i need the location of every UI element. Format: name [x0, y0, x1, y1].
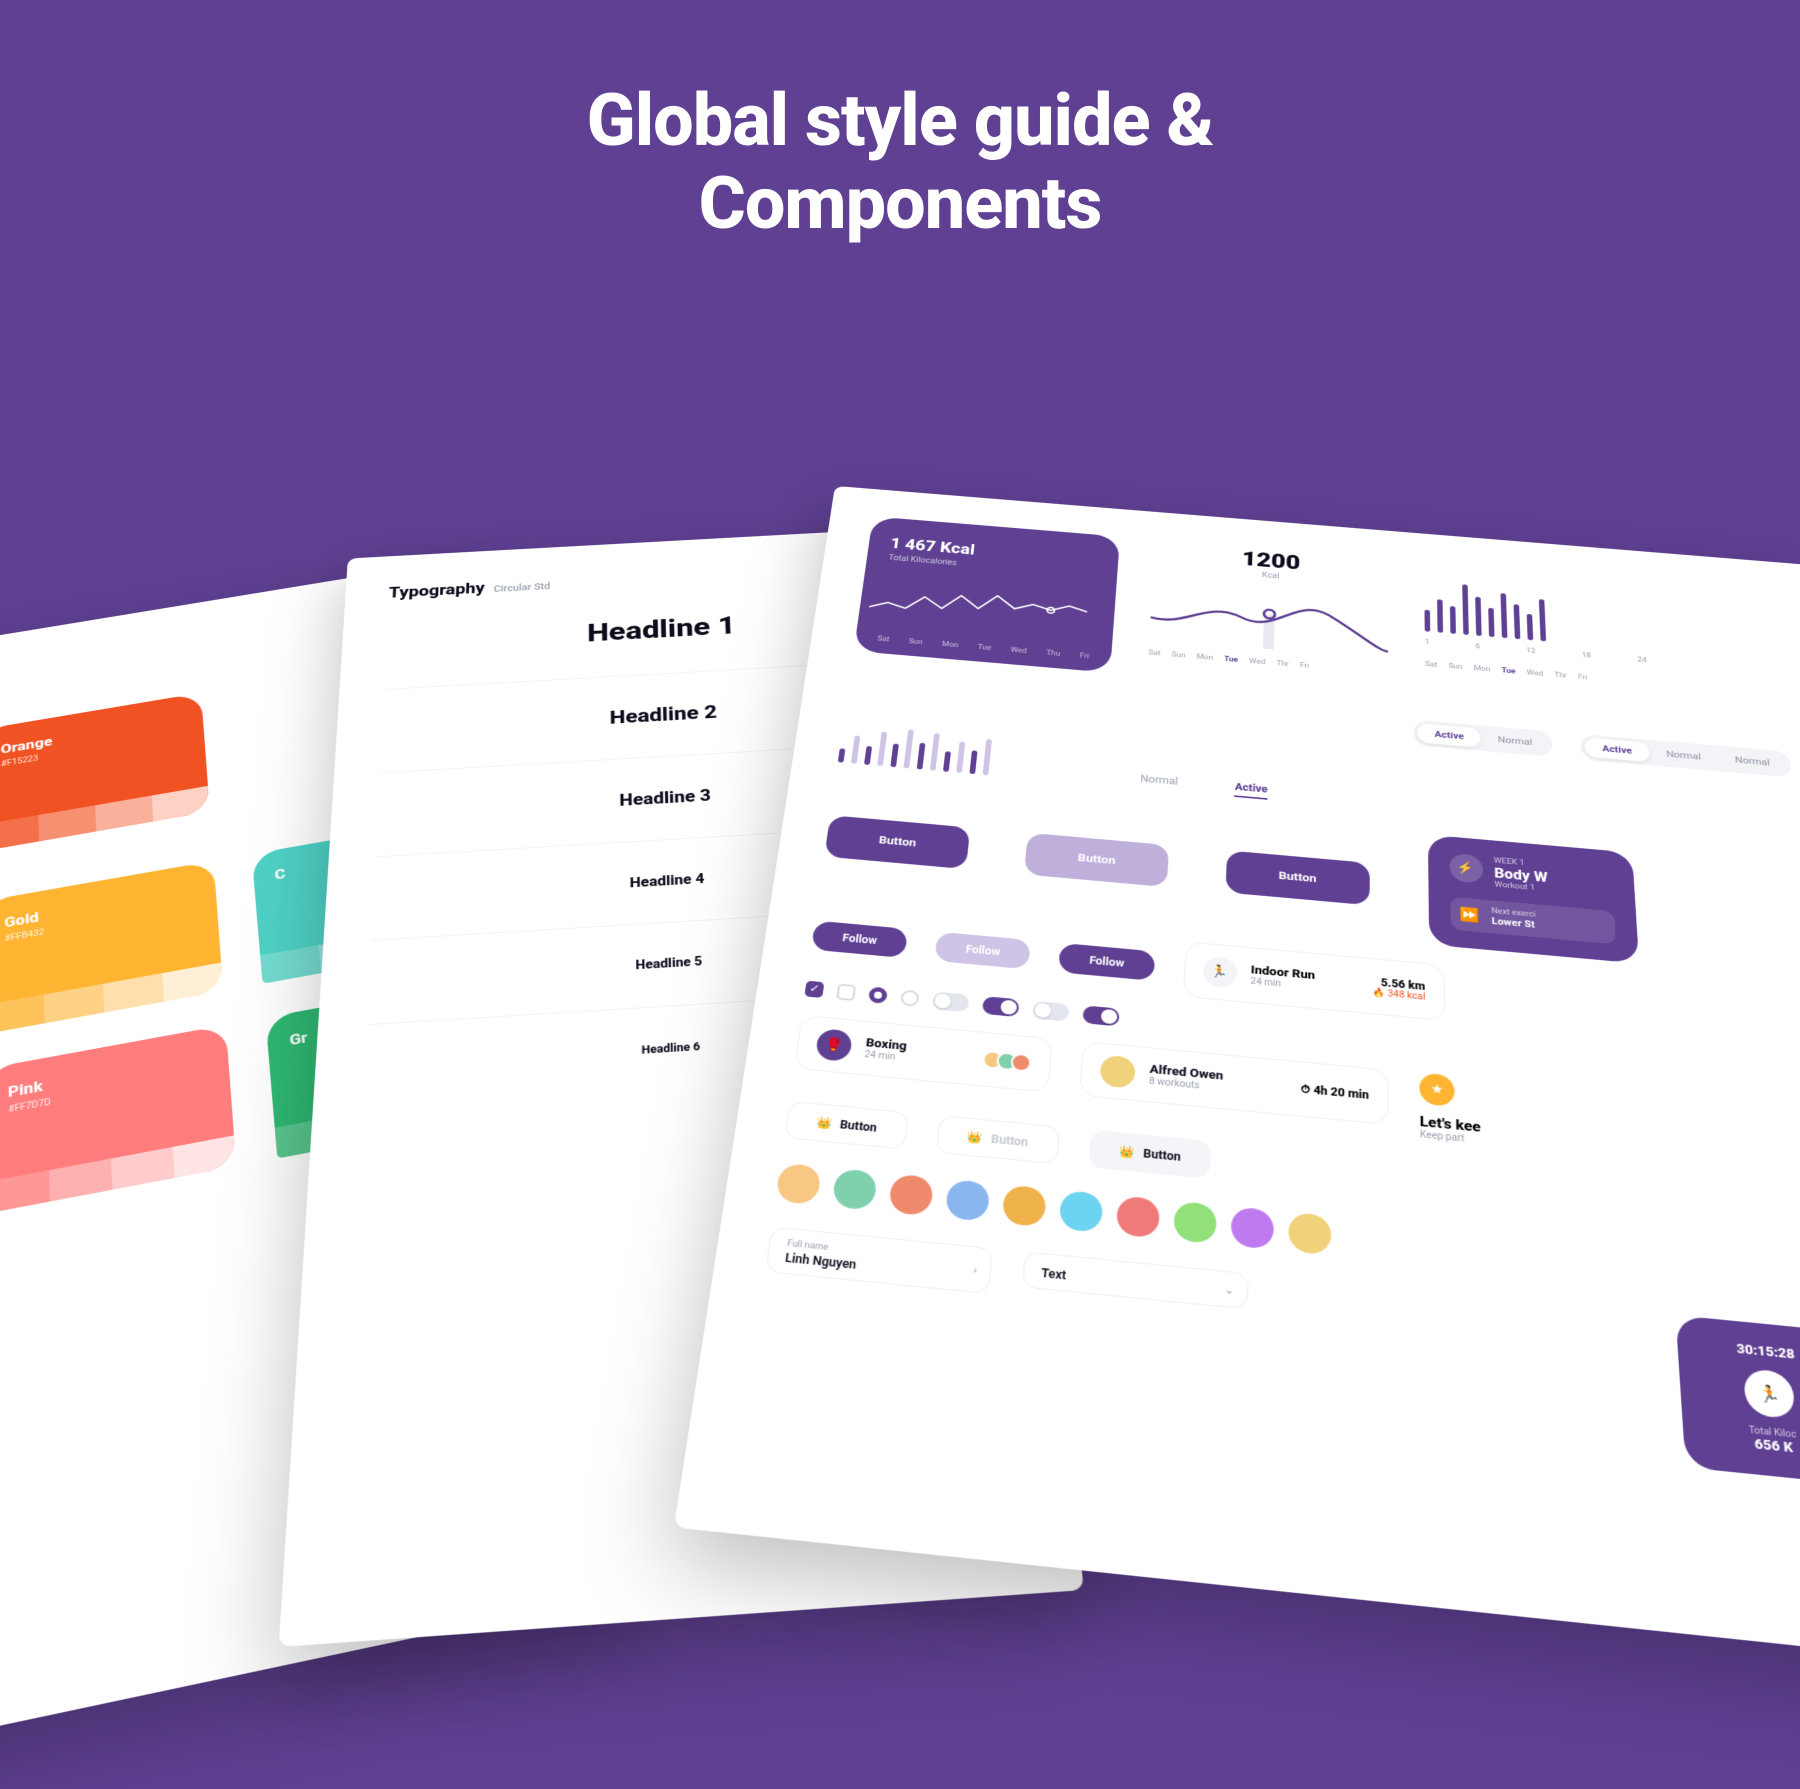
typo-sample: Headline 1	[385, 600, 935, 660]
toggle-on-1[interactable]	[982, 996, 1020, 1017]
bolt-icon: ⚡	[1449, 853, 1483, 884]
color-swatch: Gold#FFB432	[0, 861, 223, 1034]
forward-icon: ⏩	[1460, 906, 1480, 924]
crown-icon: 👑	[816, 1116, 833, 1131]
ghost-button-2[interactable]: 👑Button	[936, 1115, 1060, 1164]
avatar[interactable]	[945, 1179, 991, 1222]
typo-sample: Headline 3	[377, 772, 952, 824]
avatar-icon	[1099, 1055, 1136, 1089]
color-swatch: Orange#F15223	[0, 693, 210, 852]
avatar[interactable]	[888, 1173, 934, 1216]
run-dist: 5.56 km	[1373, 975, 1426, 992]
segment[interactable]: Normal	[1717, 749, 1788, 774]
tabs-pair[interactable]: Normal Active	[1140, 773, 1268, 800]
week-title: Body W	[1494, 865, 1548, 885]
kcal-sub: Total Kilocalories	[888, 554, 1096, 579]
follow-pill-3[interactable]: Follow	[1058, 943, 1154, 981]
color-swatch: C	[252, 814, 496, 983]
crown-icon: 👑	[967, 1130, 984, 1145]
typography-title: Typography	[388, 579, 485, 601]
tab-active[interactable]: Active	[1234, 781, 1267, 800]
fullname-input[interactable]: Full name Linh Nguyen ›	[765, 1226, 993, 1294]
chevron-down-icon: ⌄	[1224, 1282, 1234, 1296]
radio-on[interactable]	[868, 986, 888, 1003]
toggle-on-2[interactable]	[1082, 1005, 1119, 1026]
follow-pill-2[interactable]: Follow	[934, 932, 1031, 970]
typo-sample: Headline 5	[368, 939, 967, 989]
timer-card: 30:15:28 🏃 Total Kiloc 656 K	[1676, 1315, 1800, 1486]
segment[interactable]: Normal	[1648, 743, 1718, 768]
typo-sample: Headline 4	[373, 855, 960, 906]
run-icon: 🏃	[1202, 956, 1237, 989]
avatar[interactable]	[775, 1163, 822, 1205]
kcal-value: 1 467 Kcal	[889, 535, 1097, 569]
segmented-a[interactable]: ActiveNormal	[1414, 720, 1554, 757]
run-title: Indoor Run	[1251, 964, 1359, 987]
week-next-value: Lower St	[1491, 915, 1536, 930]
small-bars	[838, 716, 993, 775]
components-panel: 1 467 Kcal Total Kilocalories SatSunMonT…	[674, 486, 1800, 1661]
week-next-label: Next exerci	[1491, 907, 1535, 919]
hero-title: Global style guide & Components	[587, 80, 1214, 246]
typography-font: Circular Std	[494, 581, 551, 594]
segment[interactable]: Active	[1585, 737, 1650, 762]
button-soft-big[interactable]: Button	[1024, 832, 1169, 886]
indoor-run-card: 🏃 Indoor Run 24 min 5.56 km 🔥 348 kcal	[1183, 941, 1445, 1021]
avatar[interactable]	[1059, 1190, 1104, 1233]
bars-chart: 16121824 SatSunMonTueWedThrFri	[1424, 561, 1667, 688]
chevron-right-icon: ›	[973, 1263, 978, 1276]
kcal-card: 1 467 Kcal Total Kilocalories SatSunMonT…	[854, 516, 1120, 672]
alfred-time: 4h 20 min	[1313, 1083, 1369, 1101]
segmented-b[interactable]: ActiveNormalNormal	[1581, 734, 1792, 778]
run-cal: 348 kcal	[1388, 989, 1426, 1002]
follow-pill-1[interactable]: Follow	[811, 921, 908, 959]
segment[interactable]: Normal	[1481, 728, 1550, 753]
avatar[interactable]	[1173, 1201, 1217, 1244]
kcal-line-chart: 1200 Kcal SatSunMonTueWedThrFri	[1148, 539, 1388, 676]
week-card: ⚡ WEEK 1 Body W Workout 1 ⏩ Next exerci …	[1427, 835, 1638, 964]
alfred-chip: Alfred Owen 8 workouts ⏱ 4h 20 min	[1079, 1041, 1389, 1125]
avatar[interactable]	[832, 1168, 878, 1211]
checkbox-off[interactable]	[836, 984, 856, 1001]
radio-off[interactable]	[900, 989, 920, 1006]
keep-card: ★ Let's kee Keep part	[1419, 1072, 1629, 1159]
week-sub: Workout 1	[1495, 881, 1549, 894]
text-value: Text	[1041, 1266, 1230, 1299]
checkbox-on[interactable]	[804, 981, 824, 998]
avatar[interactable]	[1116, 1195, 1160, 1238]
crown-icon: 👑	[1119, 1145, 1135, 1160]
avatar[interactable]	[1231, 1206, 1275, 1249]
ghost-button-3[interactable]: 👑Button	[1088, 1129, 1212, 1179]
primary-colors-label: Primary Colors	[0, 631, 456, 764]
color-swatch: Pink#FF7D7D	[0, 1025, 236, 1214]
timer-time: 30:15:28	[1701, 1338, 1800, 1366]
tab-normal[interactable]: Normal	[1140, 773, 1178, 792]
big-number-unit: Kcal	[1154, 562, 1388, 589]
typo-sample: Headline 2	[381, 688, 943, 741]
toggle-off-2[interactable]	[1032, 1001, 1070, 1022]
button-primary-big[interactable]: Button	[824, 815, 970, 869]
text-select[interactable]: Text ⌄	[1022, 1251, 1249, 1309]
toggle-off-1[interactable]	[932, 991, 970, 1012]
avatar[interactable]	[1002, 1184, 1047, 1227]
big-number: 1200	[1154, 539, 1388, 581]
week-pre: WEEK 1	[1494, 857, 1547, 870]
secondary-colors-label: Secondary Colors	[0, 793, 480, 938]
boxing-chip: 🥊 Boxing 24 min	[794, 1015, 1053, 1093]
button-primary-big-2[interactable]: Button	[1225, 850, 1369, 905]
boxing-icon: 🥊	[815, 1028, 853, 1062]
run-time: 24 min	[1250, 977, 1358, 996]
segment[interactable]: Active	[1417, 723, 1481, 748]
primary-swatch-row: Daisy Bush5F4093 Orange#F15223	[0, 650, 474, 899]
play-icon[interactable]: 🏃	[1743, 1368, 1796, 1419]
kcal-sparkline	[867, 571, 1089, 639]
star-icon: ★	[1419, 1072, 1454, 1107]
avatar[interactable]	[1288, 1212, 1331, 1255]
ghost-button-1[interactable]: 👑Button	[784, 1101, 909, 1150]
